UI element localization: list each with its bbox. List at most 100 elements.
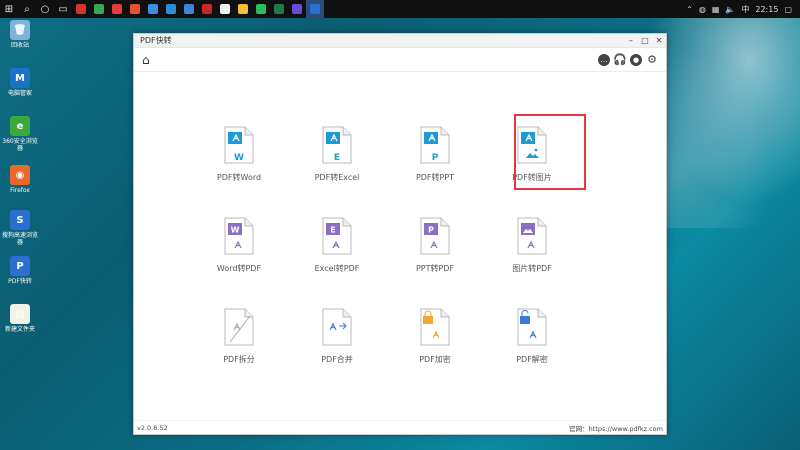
- tool-tile[interactable]: E PDF转Excel: [297, 126, 377, 183]
- document-icon: [492, 308, 572, 350]
- app-footer: v2.0.6.52 官网：https://www.pdfkz.com: [134, 420, 666, 434]
- volume-icon[interactable]: 🔈: [725, 5, 735, 14]
- taskbar-app-red2-icon[interactable]: [198, 0, 216, 18]
- ime-indicator[interactable]: 中: [741, 4, 749, 15]
- desktop-icon-label: 搜狗高速浏览器: [1, 232, 38, 246]
- minimize-button[interactable]: –: [624, 34, 638, 47]
- tool-tile-label: PDF转Excel: [314, 173, 360, 182]
- tool-tile[interactable]: PDF加密: [395, 308, 475, 365]
- tool-tile[interactable]: W Word转PDF: [199, 217, 279, 274]
- tool-tile[interactable]: PDF拆分: [199, 308, 279, 365]
- close-button[interactable]: ✕: [652, 34, 666, 47]
- app-edge-glyph-icon: [166, 4, 176, 14]
- tool-tile-label: 图片转PDF: [512, 264, 552, 273]
- tool-tile-label: PDF拆分: [223, 355, 255, 364]
- taskbar-app-edge-icon[interactable]: [162, 0, 180, 18]
- window-title: PDF快转: [140, 36, 172, 45]
- app-excel-glyph-icon: [274, 4, 284, 14]
- taskbar-app-wechat-icon[interactable]: [252, 0, 270, 18]
- desktop-icon[interactable]: ◉ Firefox: [0, 165, 40, 194]
- document-icon: [395, 308, 475, 350]
- taskbar-app-red-icon[interactable]: [72, 0, 90, 18]
- desktop-app-icon: ◉: [10, 165, 30, 185]
- desktop-app-icon: M: [10, 68, 30, 88]
- document-icon: [199, 308, 279, 350]
- svg-text:W: W: [234, 153, 244, 163]
- app-qq-glyph-icon: [220, 4, 230, 14]
- document-icon: [492, 217, 572, 259]
- taskbar-app-qq-icon[interactable]: [216, 0, 234, 18]
- desktop-icon-label: 回收站: [10, 42, 29, 49]
- desktop-icon[interactable]: S 搜狗高速浏览器: [0, 210, 40, 246]
- taskbar-app-globe-icon[interactable]: [126, 0, 144, 18]
- tool-tile-label: PDF解密: [516, 355, 548, 364]
- chat-icon[interactable]: …: [598, 53, 610, 66]
- app-photos-glyph-icon: [184, 4, 194, 14]
- desktop-app-icon: S: [10, 210, 30, 230]
- tool-grid: W PDF转Word E PDF转Excel P PDF转PPT PDF转图片 W Word转P…: [134, 70, 666, 420]
- window-titlebar[interactable]: PDF快转 – □ ✕: [134, 34, 666, 48]
- app-wechat-glyph-icon: [256, 4, 266, 14]
- svg-text:E: E: [334, 153, 340, 163]
- app-pdf-glyph-icon: [310, 4, 320, 14]
- app-globe-glyph-icon: [130, 4, 140, 14]
- document-icon: E: [297, 217, 377, 259]
- tool-tile[interactable]: W PDF转Word: [199, 126, 279, 183]
- svg-text:P: P: [432, 153, 439, 163]
- cortana-icon[interactable]: ○: [36, 0, 54, 18]
- notification-icon[interactable]: ▢: [784, 5, 792, 14]
- taskbar-app-purple-icon[interactable]: [288, 0, 306, 18]
- app-red-glyph-icon: [76, 4, 86, 14]
- desktop-icon[interactable]: 🗑 回收站: [0, 20, 40, 49]
- taskbar-app-excel-icon[interactable]: [270, 0, 288, 18]
- app-feather-glyph-icon: [148, 4, 158, 14]
- tool-tile[interactable]: PDF解密: [492, 308, 572, 365]
- app-red2-glyph-icon: [202, 4, 212, 14]
- document-icon: [297, 308, 377, 350]
- tool-tile[interactable]: E Excel转PDF: [297, 217, 377, 274]
- taskbar-app-pdf-icon[interactable]: [306, 0, 324, 18]
- desktop-icon[interactable]: e 360安全浏览器: [0, 116, 40, 152]
- tool-tile[interactable]: P PDF转PPT: [395, 126, 475, 183]
- website-link[interactable]: 官网：https://www.pdfkz.com: [569, 423, 663, 433]
- tray-chevron-icon[interactable]: ⌃: [686, 5, 693, 14]
- search-icon[interactable]: ⌕: [18, 0, 36, 18]
- app-toolbar: ⌂ … 🎧 ● ⚙: [134, 48, 666, 72]
- taskbar-app-photos-icon[interactable]: [180, 0, 198, 18]
- clock[interactable]: 22:15: [755, 5, 778, 14]
- taskbar-app-chrome-icon[interactable]: [90, 0, 108, 18]
- desktop-icon[interactable]: M 电脑管家: [0, 68, 40, 97]
- app-chrome-glyph-icon: [94, 4, 104, 14]
- tray-app-icon[interactable]: ◍: [699, 5, 706, 14]
- tool-tile-label: Word转PDF: [216, 264, 262, 273]
- document-icon: P: [395, 217, 475, 259]
- desktop-icon[interactable]: P PDF快转: [0, 256, 40, 285]
- desktop-icon-label: 360安全浏览器: [2, 138, 38, 152]
- document-icon: P: [395, 126, 475, 168]
- home-icon[interactable]: ⌂: [142, 53, 150, 67]
- desktop-app-icon: 🗑: [10, 20, 30, 40]
- desktop-icon-label: Firefox: [10, 187, 30, 194]
- desktop-icon[interactable]: ▤ 新建文件夹: [0, 304, 40, 333]
- tool-tile[interactable]: P PPT转PDF: [395, 217, 475, 274]
- maximize-button[interactable]: □: [638, 34, 652, 47]
- desktop-icon-label: 新建文件夹: [4, 326, 35, 333]
- start-button[interactable]: ⊞: [0, 0, 18, 18]
- tool-tile-label: Excel转PDF: [314, 264, 360, 273]
- pdf-app-window: PDF快转 – □ ✕ ⌂ … 🎧 ● ⚙ W PDF转Word E PDF转Exce…: [133, 33, 667, 435]
- tool-tile-label: PPT转PDF: [415, 264, 455, 273]
- tool-tile[interactable]: PDF合并: [297, 308, 377, 365]
- taskbar-app-feather-icon[interactable]: [144, 0, 162, 18]
- tool-tile-label: PDF转PPT: [415, 173, 455, 182]
- network-icon[interactable]: ▦: [712, 5, 720, 14]
- account-icon[interactable]: ●: [630, 53, 642, 66]
- headset-icon[interactable]: 🎧: [613, 53, 627, 66]
- svg-text:W: W: [231, 226, 240, 235]
- tool-tile[interactable]: 图片转PDF: [492, 217, 572, 274]
- app-purple-glyph-icon: [292, 4, 302, 14]
- taskbar-app-netease-icon[interactable]: [108, 0, 126, 18]
- desktop-icon-label: 电脑管家: [7, 90, 32, 97]
- taskbar-app-browser-icon[interactable]: [234, 0, 252, 18]
- settings-icon[interactable]: ⚙: [646, 53, 658, 66]
- task-view-icon[interactable]: ▭: [54, 0, 72, 18]
